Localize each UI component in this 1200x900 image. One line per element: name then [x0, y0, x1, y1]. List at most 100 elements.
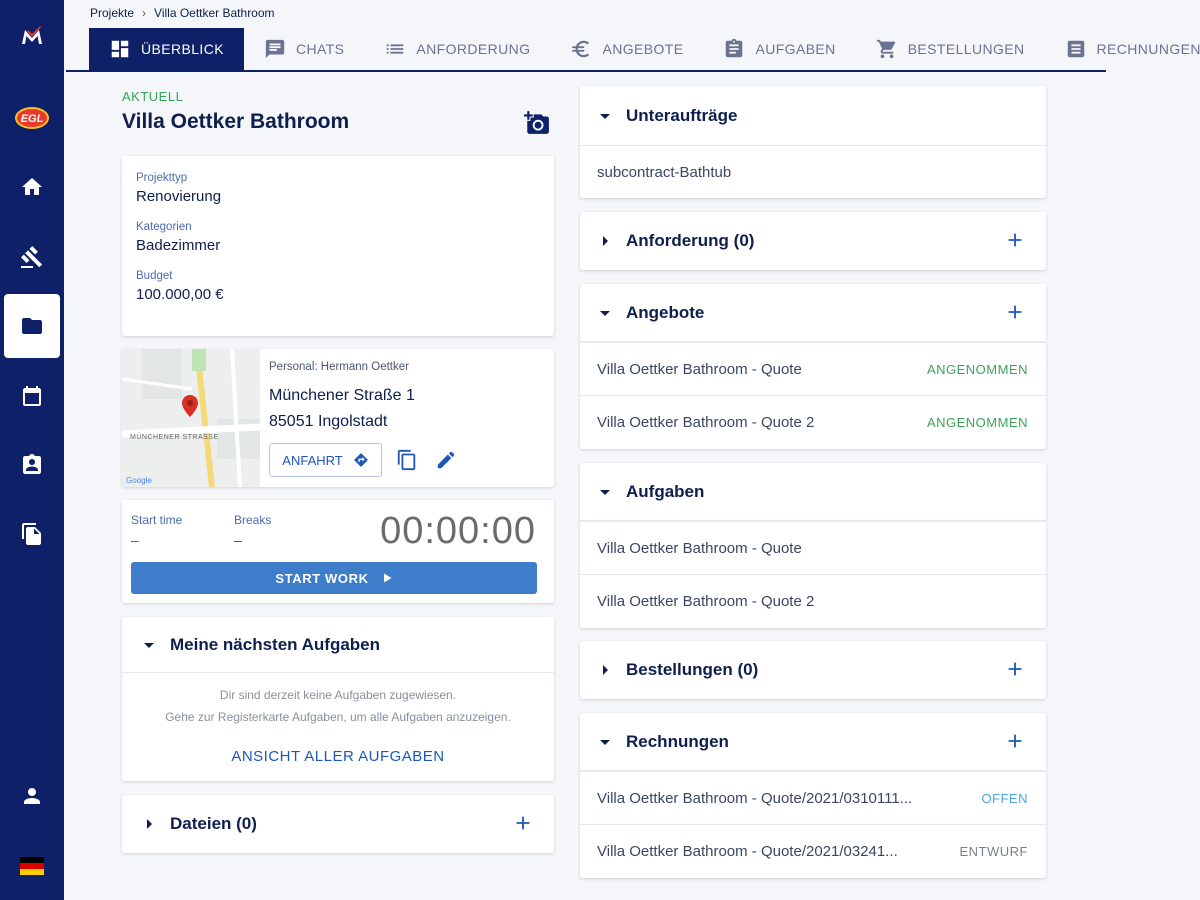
subcontracts-header[interactable]: Unteraufträge: [580, 86, 1046, 146]
status-badge: ANGENOMMEN: [926, 414, 1028, 430]
list-item[interactable]: Villa Oettker Bathroom - Quote: [580, 521, 1046, 574]
egl-logo[interactable]: EGL: [4, 86, 60, 150]
breadcrumb-root[interactable]: Projekte: [90, 6, 134, 20]
cart-icon: [876, 39, 895, 59]
tab-overview[interactable]: Überblick: [89, 28, 244, 70]
tab-orders[interactable]: Bestellungen: [856, 28, 1045, 70]
tab-label: Überblick: [141, 41, 224, 57]
folder-icon[interactable]: [4, 294, 60, 358]
camera-icon: [524, 111, 549, 134]
task-name: Villa Oettker Bathroom - Quote: [597, 539, 802, 557]
budget-value: 100.000,00 €: [136, 286, 224, 303]
contact-person: Personal: Hermann Oettker: [269, 361, 409, 373]
plus-icon: [1008, 662, 1022, 676]
breadcrumb: Projekte › Villa Oettker Bathroom: [90, 6, 275, 20]
tab-tasks[interactable]: Aufgaben: [703, 28, 855, 70]
caret-down-icon: [600, 111, 610, 121]
chat-icon: [265, 39, 285, 59]
orders-header[interactable]: Bestellungen (0): [580, 641, 1046, 699]
person-icon[interactable]: [4, 764, 60, 828]
breadcrumb-separator: ›: [142, 6, 147, 20]
list-item[interactable]: Villa Oettker Bathroom - Quote 2: [580, 574, 1046, 627]
empty-tasks-line1: Dir sind derzeit keine Aufgaben zugewies…: [219, 688, 457, 702]
tab-quotes[interactable]: Angebote: [550, 28, 703, 70]
clipboard-icon: [726, 38, 743, 58]
home-icon[interactable]: [4, 155, 60, 219]
start-work-button[interactable]: START WORK: [131, 562, 537, 594]
plus-icon: [1008, 233, 1022, 247]
empty-tasks-line2: Gehe zur Registerkarte Aufgaben, um alle…: [165, 710, 511, 724]
add-invoice-button[interactable]: [1004, 730, 1026, 752]
quote-name: Villa Oettker Bathroom - Quote: [597, 360, 802, 378]
files-icon[interactable]: [4, 502, 60, 566]
categories-label: Kategorien: [136, 221, 192, 233]
logo-mark: [22, 26, 42, 44]
subcontract-name: subcontract-Bathtub: [597, 163, 732, 181]
caret-down-icon: [144, 640, 154, 650]
map-street-label: MÜNCHENER STRASSE: [130, 433, 219, 441]
copy-address-button[interactable]: [396, 449, 418, 471]
map-thumbnail[interactable]: MÜNCHENER STRASSE Google: [122, 349, 260, 487]
pencil-icon: [437, 451, 455, 469]
calendar-icon[interactable]: [4, 364, 60, 428]
list-icon: [387, 44, 404, 54]
breaks-value: –: [234, 532, 242, 548]
tab-label: Angebote: [602, 41, 684, 57]
invoices-card: Rechnungen Villa Oettker Bathroom - Quot…: [580, 713, 1046, 878]
tab-requirements[interactable]: Anforderung: [364, 28, 550, 70]
caret-down-icon: [600, 487, 610, 497]
my-tasks-title: Meine nächsten Aufgaben: [170, 634, 381, 654]
orders-card: Bestellungen (0): [580, 641, 1046, 699]
plus-icon: [1008, 305, 1022, 319]
directions-button[interactable]: ANFAHRT: [269, 443, 382, 477]
add-file-button[interactable]: [512, 812, 534, 834]
project-status: AKTUELL: [122, 89, 184, 104]
start-time-value: –: [131, 532, 139, 548]
copy-icon: [397, 449, 416, 471]
table-row[interactable]: Villa Oettker Bathroom - Quote ANGENOMME…: [580, 342, 1046, 395]
flag-de-icon[interactable]: [4, 834, 60, 898]
gavel-icon[interactable]: [4, 225, 60, 289]
tab-invoices[interactable]: Rechnungen: [1045, 28, 1200, 70]
tab-chats[interactable]: Chats: [244, 28, 364, 70]
table-row[interactable]: Villa Oettker Bathroom - Quote/2021/0324…: [580, 824, 1046, 877]
dashboard-icon: [111, 40, 129, 58]
table-row[interactable]: Villa Oettker Bathroom - Quote/2021/0310…: [580, 771, 1046, 824]
start-work-label: START WORK: [275, 570, 369, 586]
tab-label: Rechnungen: [1096, 41, 1200, 57]
quotes-header[interactable]: Angebote: [580, 284, 1046, 342]
add-quote-button[interactable]: [1004, 301, 1026, 323]
view-all-tasks-button[interactable]: ANSICHT ALLER AUFGABEN: [122, 748, 554, 765]
map-graphic: MÜNCHENER STRASSE Google: [122, 349, 260, 487]
caret-down-icon: [600, 308, 610, 318]
invoices-title: Rechnungen: [626, 731, 729, 751]
edit-address-button[interactable]: [435, 449, 457, 471]
caret-right-icon: [600, 236, 610, 246]
add-photo-button[interactable]: [524, 110, 550, 136]
categories-value: Badezimmer: [136, 237, 221, 254]
tasks-header[interactable]: Aufgaben: [580, 463, 1046, 521]
orders-title: Bestellungen (0): [626, 660, 759, 679]
tab-label: Bestellungen: [907, 41, 1025, 57]
euro-icon: [572, 40, 590, 58]
plus-icon: [1008, 734, 1022, 748]
add-order-button[interactable]: [1004, 658, 1026, 680]
files-card: Dateien (0): [122, 795, 554, 853]
files-title: Dateien (0): [170, 814, 257, 833]
list-item[interactable]: subcontract-Bathtub: [580, 145, 1046, 198]
files-header[interactable]: Dateien (0): [122, 795, 554, 853]
table-row[interactable]: Villa Oettker Bathroom - Quote 2 ANGENOM…: [580, 395, 1046, 448]
status-badge: ENTWURF: [959, 843, 1028, 859]
svg-text:EGL: EGL: [21, 113, 44, 125]
timer-display: 00:00:00: [380, 510, 536, 552]
logo-icon[interactable]: [4, 4, 60, 68]
tab-bar: Überblick Chats Anforderung Angebote Auf…: [66, 28, 1200, 72]
page-title: Villa Oettker Bathroom: [122, 110, 350, 133]
add-requirement-button[interactable]: [1004, 229, 1026, 251]
assignment-icon[interactable]: [4, 433, 60, 497]
requirements-header[interactable]: Anforderung (0): [580, 212, 1046, 270]
my-tasks-header[interactable]: Meine nächsten Aufgaben: [122, 617, 554, 673]
status-badge: ANGENOMMEN: [926, 361, 1028, 377]
invoices-header[interactable]: Rechnungen: [580, 713, 1046, 771]
tasks-card: Aufgaben Villa Oettker Bathroom - Quote …: [580, 463, 1046, 628]
